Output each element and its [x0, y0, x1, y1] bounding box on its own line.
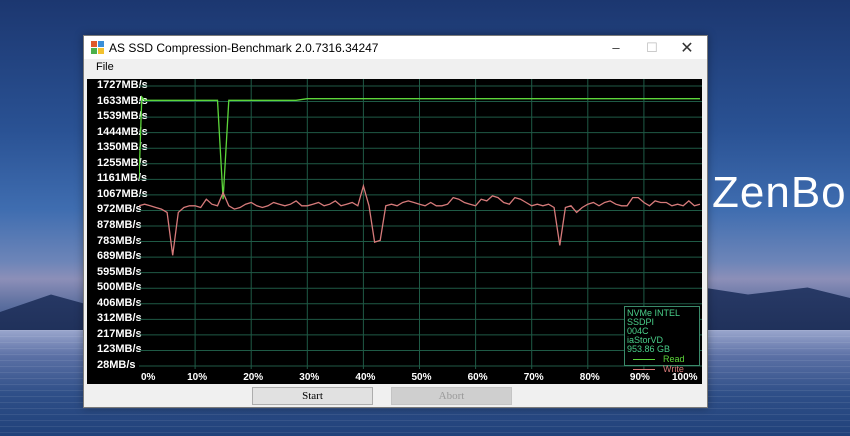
legend-write-label: Write [663, 364, 684, 374]
y-tick-label: 783MB/s [97, 234, 142, 247]
menu-bar: File [84, 59, 707, 75]
y-tick-label: 217MB/s [97, 327, 142, 340]
legend-read-swatch [633, 359, 655, 360]
start-button[interactable]: Start [252, 387, 373, 405]
chart-plot-area [139, 79, 702, 369]
y-tick-label: 689MB/s [97, 250, 142, 263]
window-title: AS SSD Compression-Benchmark 2.0.7316.34… [109, 40, 379, 55]
legend-write-swatch [633, 369, 655, 370]
y-tick-label: 406MB/s [97, 296, 142, 309]
legend-device-line1: NVMe INTEL SSDPI [627, 308, 680, 327]
legend-write-row: Write [627, 365, 697, 374]
y-tick-label: 595MB/s [97, 265, 142, 278]
minimize-button[interactable]: – [598, 36, 634, 59]
legend-read-label: Read [663, 354, 685, 364]
x-tick-label: 0% [141, 372, 156, 383]
close-button[interactable]: ✕ [669, 36, 705, 59]
x-tick-label: 10% [187, 372, 208, 383]
legend-read-row: Read [627, 355, 697, 364]
y-tick-label: 28MB/s [97, 359, 136, 371]
legend-capacity: 953.86 GB [627, 344, 671, 354]
y-tick-label: 500MB/s [97, 281, 142, 294]
y-tick-label: 878MB/s [97, 219, 142, 231]
y-tick-label: 312MB/s [97, 312, 142, 325]
app-icon [91, 41, 104, 54]
x-tick-label: 30% [299, 372, 320, 383]
y-tick-label: 972MB/s [97, 203, 142, 216]
maximize-button[interactable]: ☐ [634, 36, 670, 59]
benchmark-window: AS SSD Compression-Benchmark 2.0.7316.34… [83, 35, 708, 408]
x-tick-label: 80% [579, 372, 600, 383]
menu-file[interactable]: File [96, 61, 114, 73]
x-tick-label: 70% [523, 372, 544, 383]
x-tick-label: 60% [467, 372, 488, 383]
chart-legend: NVMe INTEL SSDPI 004C iaStorVD 953.86 GB… [624, 306, 700, 374]
y-tick-label: 123MB/s [97, 343, 142, 356]
abort-button[interactable]: Abort [391, 387, 512, 405]
x-tick-label: 40% [355, 372, 376, 383]
x-tick-label: 50% [411, 372, 432, 383]
title-bar[interactable]: AS SSD Compression-Benchmark 2.0.7316.34… [84, 36, 707, 59]
desktop-brand-text: ZenBo [712, 168, 847, 217]
benchmark-chart: 1727MB/s 1633MB/s 1539MB/s 1444MB/s 1350MB/s… [87, 79, 702, 384]
x-tick-label: 20% [243, 372, 264, 383]
